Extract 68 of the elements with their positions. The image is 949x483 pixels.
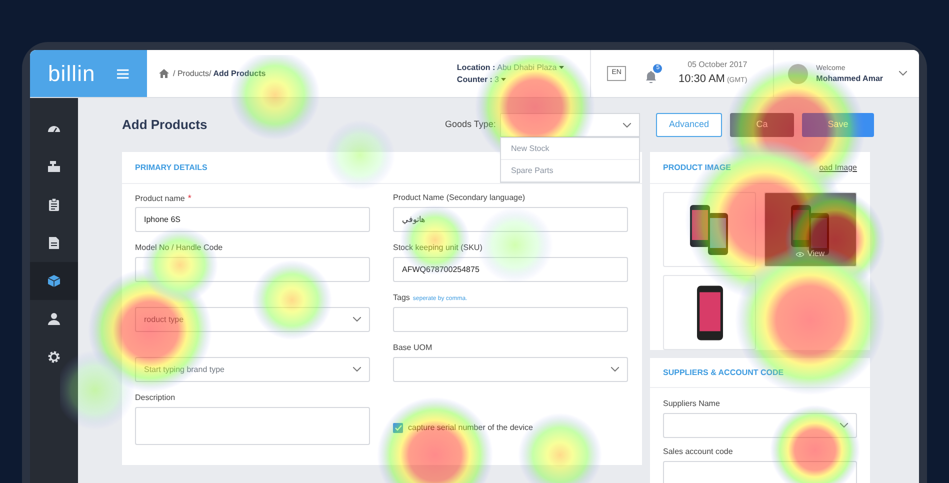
card-title: PRODUCT IMAGE bbox=[663, 162, 731, 174]
time-text: 10:30 AM bbox=[678, 72, 725, 88]
menu-option[interactable]: New Stock bbox=[501, 138, 639, 160]
checkbox-label: capture serial number of the device bbox=[408, 422, 533, 434]
input-field[interactable] bbox=[135, 407, 370, 445]
select-placeholder: roduct type bbox=[144, 314, 184, 326]
field-label: Sales account code bbox=[663, 446, 733, 458]
input-field[interactable] bbox=[663, 461, 857, 483]
field-label: Product Name (Secondary language) bbox=[393, 192, 526, 204]
menu-icon[interactable] bbox=[117, 68, 129, 78]
phone-drawing bbox=[696, 282, 722, 342]
chevron-down-icon bbox=[611, 367, 619, 372]
action-button[interactable]: Ca bbox=[730, 113, 794, 137]
field-label: Stock keeping unit (SKU) bbox=[393, 242, 482, 254]
document-icon bbox=[47, 236, 61, 250]
chevron-down-icon bbox=[623, 122, 631, 128]
bell-icon bbox=[646, 71, 656, 83]
page-title: Add Products bbox=[122, 116, 208, 134]
chevron-down-icon bbox=[353, 317, 361, 322]
user-name[interactable]: Mohammed Amar bbox=[816, 74, 883, 84]
cash-register-icon bbox=[47, 160, 61, 174]
heatmap-spot bbox=[325, 120, 395, 190]
counter-label: Counter : bbox=[456, 74, 492, 86]
select-field[interactable] bbox=[393, 357, 628, 382]
chevron-down-icon[interactable] bbox=[899, 71, 907, 76]
input-field[interactable]: Iphone 6S bbox=[135, 207, 370, 232]
field-label: Model No / Handle Code bbox=[135, 242, 223, 254]
input-field[interactable] bbox=[135, 257, 370, 282]
breadcrumb-link[interactable]: / Products/ bbox=[173, 68, 212, 80]
sidebar-item[interactable] bbox=[30, 262, 78, 300]
location-label: Location : bbox=[456, 62, 496, 74]
menu-option[interactable]: Spare Parts bbox=[501, 160, 639, 182]
field-label: Tags bbox=[393, 292, 410, 304]
checkbox[interactable] bbox=[393, 423, 403, 433]
avatar bbox=[788, 64, 808, 84]
input-field[interactable] bbox=[393, 307, 628, 332]
card-title: SUPPLIERS & ACCOUNT CODE bbox=[663, 366, 784, 378]
field-label: Product name bbox=[135, 193, 185, 205]
user-icon bbox=[47, 312, 61, 326]
caret-icon bbox=[558, 66, 564, 69]
select-placeholder: Start typing brand type bbox=[144, 364, 224, 376]
select-field[interactable]: Start typing brand type bbox=[135, 357, 370, 382]
required-asterisk: * bbox=[188, 192, 192, 205]
upload-image-link[interactable]: oad Image bbox=[819, 162, 857, 174]
goods-type-label: Goods Type: bbox=[445, 118, 497, 132]
input-field[interactable]: AFWQ678700254875 bbox=[393, 257, 628, 282]
image-thumbnail[interactable] bbox=[663, 192, 756, 267]
date-text: 05 October 2017 bbox=[688, 59, 748, 72]
select-field[interactable]: roduct type bbox=[135, 307, 370, 332]
chevron-down-icon bbox=[353, 367, 361, 372]
cube-icon bbox=[47, 274, 61, 288]
action-button[interactable]: Advanced bbox=[656, 113, 722, 137]
clipboard-icon bbox=[47, 198, 61, 212]
caret-icon bbox=[500, 78, 506, 81]
goods-type-select[interactable] bbox=[500, 113, 640, 137]
breadcrumb-current: Add Products bbox=[213, 68, 266, 80]
card-title: PRIMARY DETAILS bbox=[135, 162, 208, 174]
field-label: Description bbox=[135, 392, 176, 404]
field-label: Base UOM bbox=[393, 342, 432, 354]
eye-icon bbox=[796, 252, 804, 256]
image-thumbnail[interactable] bbox=[663, 275, 756, 350]
logo: billin bbox=[48, 60, 96, 88]
chevron-down-icon bbox=[840, 423, 848, 428]
input-field[interactable]: هاتوفي bbox=[393, 207, 628, 232]
field-label: Suppliers Name bbox=[663, 398, 720, 410]
home-icon[interactable] bbox=[159, 69, 169, 78]
settings-icon bbox=[47, 350, 61, 364]
select-field[interactable] bbox=[663, 413, 857, 438]
